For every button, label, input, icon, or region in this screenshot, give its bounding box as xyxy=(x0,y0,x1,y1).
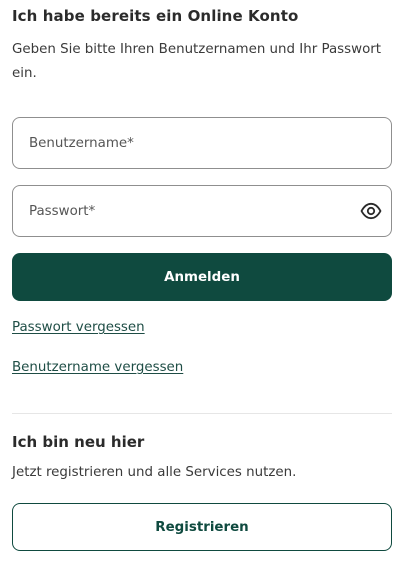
password-field[interactable] xyxy=(12,185,392,237)
section-divider xyxy=(12,413,392,414)
register-button[interactable]: Registrieren xyxy=(12,503,392,551)
forgot-username-link[interactable]: Benutzername vergessen xyxy=(12,360,183,375)
eye-icon[interactable] xyxy=(360,201,382,221)
register-heading: Ich bin neu hier xyxy=(12,433,145,451)
login-intro-text: Geben Sie bitte Ihren Benutzernamen und … xyxy=(12,42,382,81)
password-input[interactable] xyxy=(13,186,349,236)
username-input[interactable] xyxy=(13,118,349,168)
register-text: Jetzt registrieren und alle Services nut… xyxy=(12,465,297,480)
forgot-password-link[interactable]: Passwort vergessen xyxy=(12,320,145,335)
login-button[interactable]: Anmelden xyxy=(12,253,392,301)
login-heading: Ich habe bereits ein Online Konto xyxy=(12,7,299,25)
username-field[interactable] xyxy=(12,117,392,169)
